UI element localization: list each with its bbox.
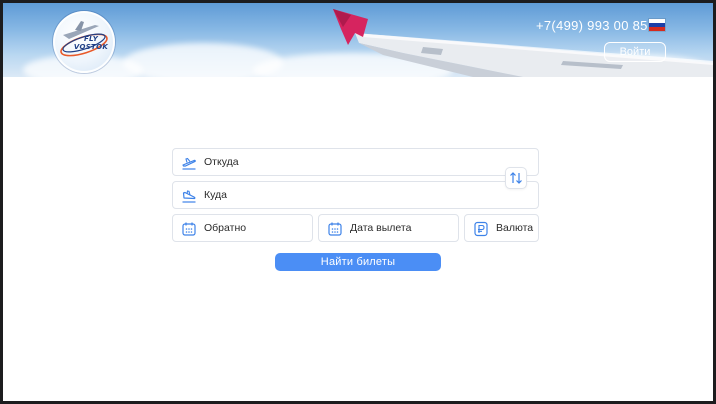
- page: FLY VOSTOK +7(499) 993 00 85 Войти Откуд…: [3, 3, 713, 401]
- to-label: Куда: [204, 189, 227, 201]
- login-button[interactable]: Войти: [604, 42, 666, 62]
- currency-select[interactable]: Валюта: [464, 214, 539, 242]
- from-label: Откуда: [204, 156, 239, 168]
- return-date-field[interactable]: Обратно: [172, 214, 313, 242]
- currency-icon: [474, 221, 488, 237]
- to-field[interactable]: Куда: [172, 181, 539, 209]
- find-tickets-button[interactable]: Найти билеты: [275, 253, 441, 271]
- departure-date-field[interactable]: Дата вылета: [318, 214, 459, 242]
- departure-date-label: Дата вылета: [350, 222, 412, 234]
- logo-line-2: VOSTOK: [73, 43, 109, 51]
- from-field[interactable]: Откуда: [172, 148, 539, 176]
- russia-flag-icon[interactable]: [648, 18, 666, 32]
- logo-line-1: FLY: [83, 35, 99, 43]
- swap-arrows-icon: [510, 172, 522, 184]
- calendar-icon: [328, 222, 342, 236]
- landing-icon: [182, 190, 196, 203]
- phone-number[interactable]: +7(499) 993 00 85: [536, 18, 648, 33]
- return-date-label: Обратно: [204, 222, 247, 234]
- logo-text: FLY VOSTOK: [69, 35, 113, 51]
- currency-label: Валюта: [496, 222, 534, 234]
- calendar-icon: [182, 222, 196, 236]
- takeoff-icon: [182, 157, 196, 170]
- swap-directions-button[interactable]: [505, 167, 527, 189]
- brand-logo[interactable]: FLY VOSTOK: [53, 11, 115, 73]
- header-banner: FLY VOSTOK +7(499) 993 00 85 Войти: [3, 3, 713, 77]
